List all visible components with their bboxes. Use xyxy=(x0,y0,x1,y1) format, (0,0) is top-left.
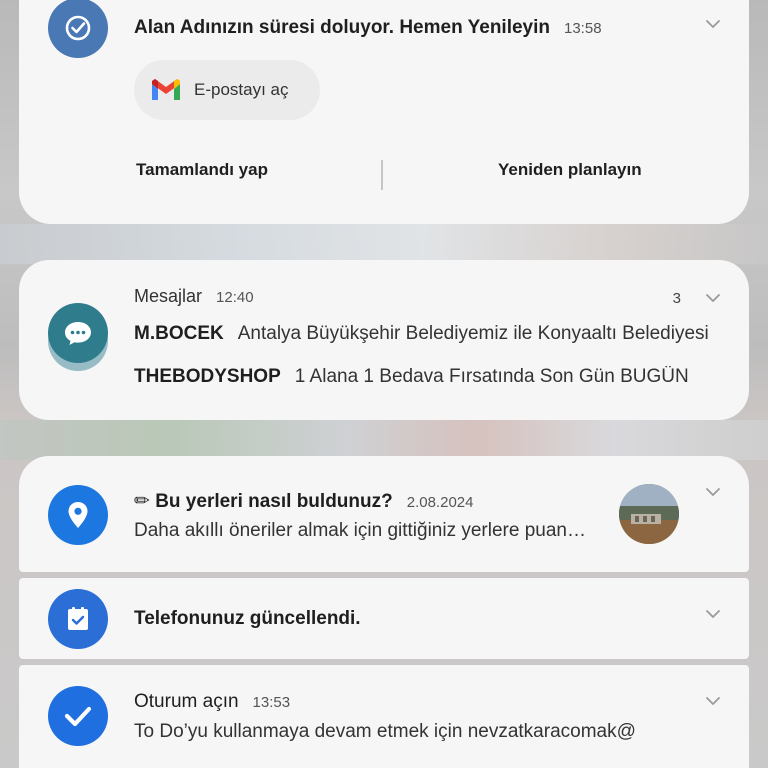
message-item[interactable]: M.BOCEK Antalya Büyükşehir Belediyemiz il… xyxy=(134,323,719,345)
background-blur xyxy=(0,224,768,264)
notification-time: 13:53 xyxy=(252,694,291,711)
open-email-label: E-postayı aç xyxy=(194,80,289,99)
app-name: Mesajlar 12:40 xyxy=(134,286,254,306)
chevron-down-icon[interactable] xyxy=(705,693,721,709)
place-photo-thumbnail xyxy=(619,484,679,544)
background-blur xyxy=(0,420,768,460)
notification-todo-signin[interactable]: Oturum açın 13:53 To Do’yu kullanmaya dev… xyxy=(19,665,749,768)
notification-messages[interactable]: Mesajlar 12:40 3 M.BOCEK Antalya Büyükşehi… xyxy=(19,260,749,420)
notification-time: 13:58 xyxy=(564,20,602,37)
notification-body: To Do’yu kullanmaya devam etmek için nev… xyxy=(134,721,636,742)
notification-title: Oturum açın 13:53 xyxy=(134,691,291,712)
notification-date: 2.08.2024 xyxy=(406,494,474,511)
message-item[interactable]: THEBODYSHOP 1 Alana 1 Bedava Fırsatında S… xyxy=(134,366,719,388)
calendar-check-icon xyxy=(48,589,108,649)
location-pin-icon xyxy=(48,485,108,545)
message-preview: 1 Alana 1 Bedava Fırsatında Son Gün BUGÜ… xyxy=(294,366,689,387)
action-divider xyxy=(381,160,383,190)
chevron-down-icon[interactable] xyxy=(705,484,721,500)
message-preview: Antalya Büyükşehir Belediyemiz ile Konya… xyxy=(237,323,709,344)
notification-domain-expiry[interactable]: Alan Adınızın süresi doluyor. Hemen Yeni… xyxy=(19,0,749,224)
message-sender: THEBODYSHOP xyxy=(134,366,281,387)
chevron-down-icon[interactable] xyxy=(705,290,721,306)
check-circle-icon xyxy=(48,0,108,58)
reschedule-button[interactable]: Yeniden planlayın xyxy=(498,160,642,180)
notification-title: ✏ Bu yerleri nasıl buldunuz? 2.08.2024 xyxy=(134,491,474,512)
notification-places[interactable]: ✏ Bu yerleri nasıl buldunuz? 2.08.2024 Da… xyxy=(19,456,749,572)
chevron-down-icon[interactable] xyxy=(705,16,721,32)
notification-title: Telefonunuz güncellendi. xyxy=(134,608,361,629)
chat-bubble-icon xyxy=(48,303,108,363)
open-email-button[interactable]: E-postayı aç xyxy=(134,60,320,120)
notification-phone-updated[interactable]: Telefonunuz güncellendi. xyxy=(19,578,749,659)
message-sender: M.BOCEK xyxy=(134,323,224,344)
message-count-badge: 3 xyxy=(672,290,681,307)
gmail-icon xyxy=(152,79,180,100)
mark-done-button[interactable]: Tamamlandı yap xyxy=(136,160,268,180)
checkmark-icon xyxy=(48,686,108,746)
chevron-down-icon[interactable] xyxy=(705,606,721,622)
notification-body: Daha akıllı öneriler almak için gittiğin… xyxy=(134,520,586,541)
notification-time: 12:40 xyxy=(216,289,254,306)
notification-title: Alan Adınızın süresi doluyor. Hemen Yeni… xyxy=(134,17,602,38)
